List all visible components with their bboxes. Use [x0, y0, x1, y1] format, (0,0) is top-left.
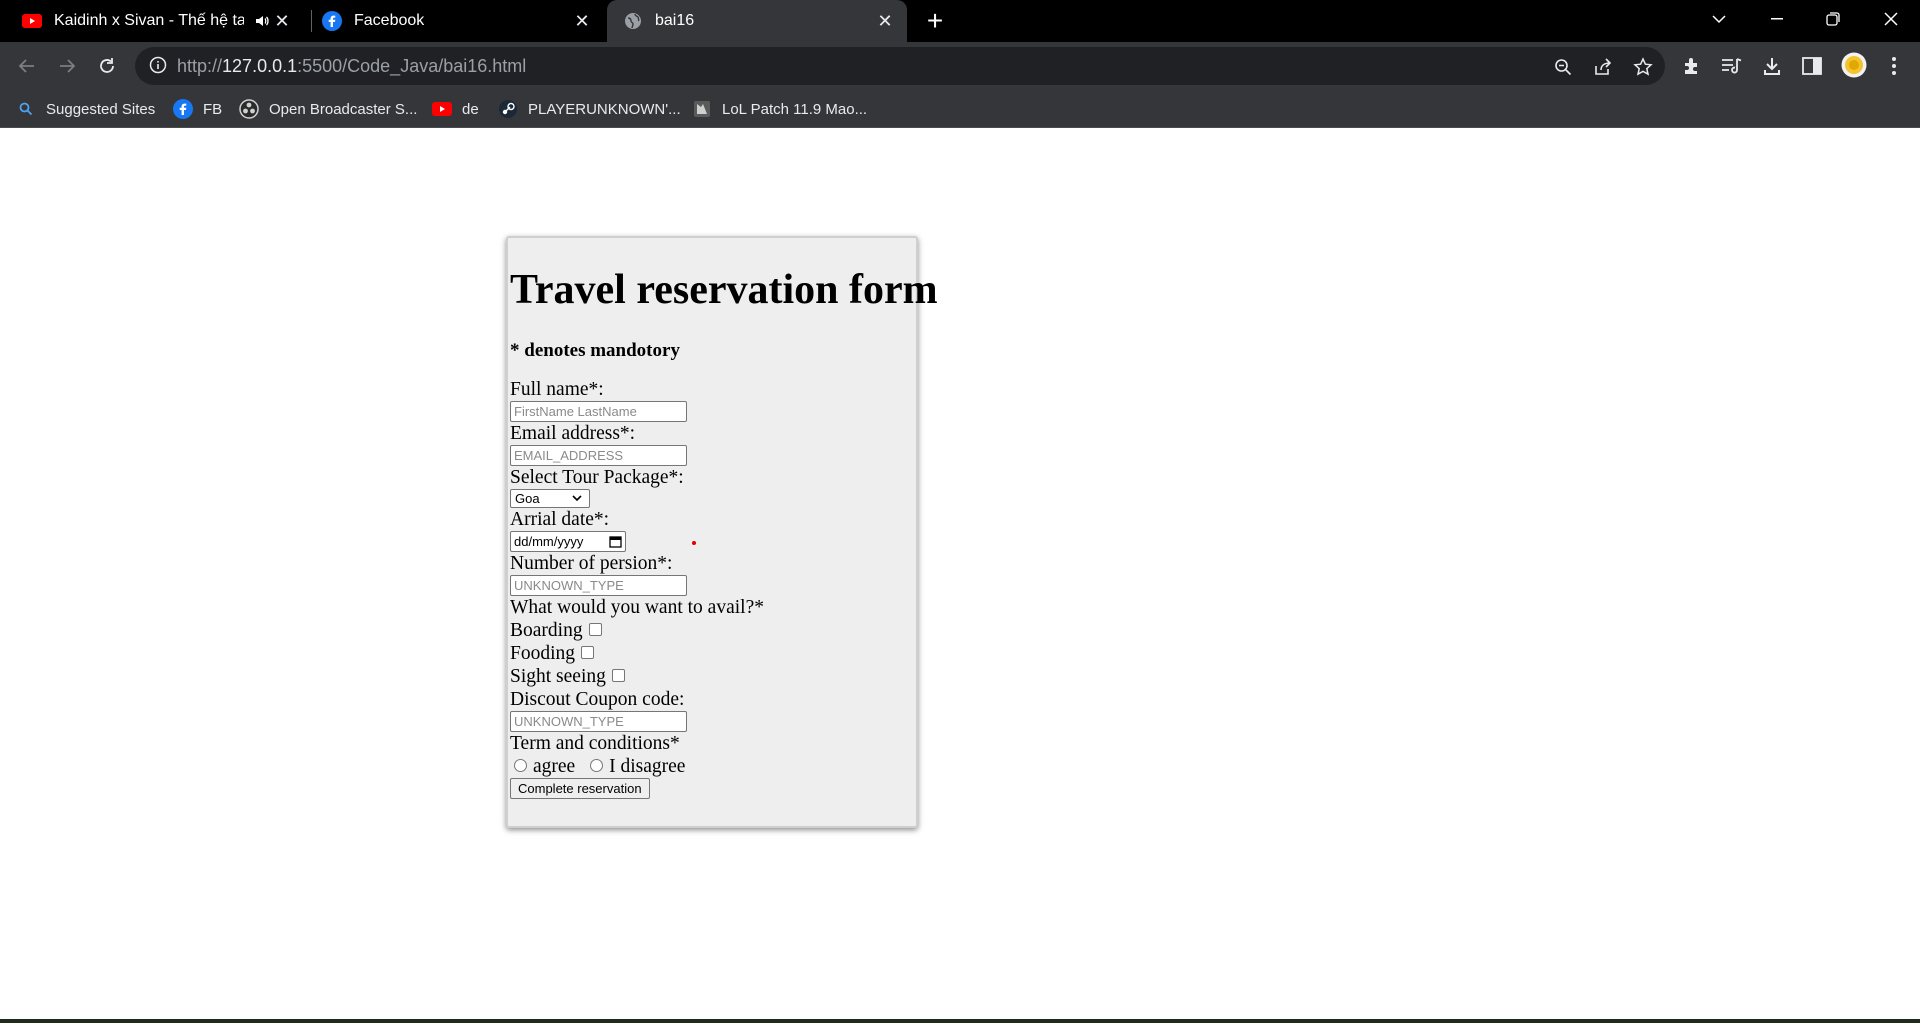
forward-icon[interactable] — [52, 51, 82, 81]
arrival-date-label: Arrial date*: — [510, 509, 610, 530]
url-host: 127.0.0.1 — [222, 56, 298, 76]
menu-kebab-icon[interactable] — [1882, 54, 1906, 78]
media-control-icon[interactable] — [1720, 54, 1744, 78]
url-text: http://127.0.0.1:5500/Code_Java/bai16.ht… — [177, 56, 526, 77]
chevron-down-icon — [571, 491, 583, 508]
tab-facebook[interactable]: Facebook ✕ — [322, 0, 604, 42]
form-title: Travel reservation form — [510, 267, 938, 313]
date-placeholder: dd/mm/yyyy — [514, 534, 584, 549]
url-path: :5500/Code_Java/bai16.html — [297, 56, 527, 76]
lol-icon — [692, 99, 712, 119]
coupon-input[interactable] — [510, 711, 687, 732]
new-tab-button[interactable]: + — [922, 7, 948, 35]
tab-title: bai16 — [655, 12, 695, 29]
bookmark-star-icon[interactable] — [1632, 56, 1654, 78]
url-scheme: http:// — [177, 56, 223, 76]
bookmark-label: LoL Patch 11.9 Mao... — [722, 100, 868, 118]
email-input[interactable] — [510, 445, 687, 466]
zoom-icon[interactable] — [1552, 56, 1574, 78]
minimize-icon[interactable] — [1754, 0, 1800, 38]
cursor-dot — [692, 541, 696, 545]
fooding-checkbox[interactable] — [581, 646, 595, 660]
tab-strip: Kaidinh x Sivan - Thế hệ tan v ✕ Faceboo… — [0, 0, 1920, 42]
option-label: Sight seeing — [510, 666, 606, 687]
search-icon — [18, 99, 34, 119]
option-boarding: Boarding — [510, 619, 914, 642]
agree-radio[interactable] — [514, 759, 527, 773]
tab-youtube[interactable]: Kaidinh x Sivan - Thế hệ tan v ✕ — [22, 0, 304, 42]
close-tab-icon[interactable]: ✕ — [875, 11, 895, 31]
back-icon[interactable] — [12, 51, 42, 81]
coupon-label: Discout Coupon code: — [510, 689, 685, 710]
disagree-label: I disagree — [609, 756, 686, 777]
bookmark-obs[interactable]: Open Broadcaster S... — [239, 98, 417, 120]
share-icon[interactable] — [1592, 56, 1614, 78]
obs-icon — [239, 99, 259, 119]
option-label: Boarding — [510, 620, 583, 641]
arrival-date-input[interactable]: dd/mm/yyyy — [510, 531, 626, 552]
facebook-icon — [322, 11, 342, 31]
persons-label: Number of persion*: — [510, 553, 673, 574]
boarding-checkbox[interactable] — [588, 623, 602, 637]
terms-options: agree I disagree — [510, 755, 914, 778]
bookmark-label: PLAYERUNKNOWN'... — [528, 100, 681, 118]
option-fooding: Fooding — [510, 642, 914, 665]
persons-input[interactable] — [510, 575, 687, 596]
bookmark-fb[interactable]: FB — [173, 98, 222, 120]
full-name-label: Full name*: — [510, 379, 604, 400]
agree-label: agree — [533, 756, 576, 777]
mandatory-note: * denotes mandotory — [510, 340, 680, 361]
steam-icon — [498, 99, 518, 119]
site-info-icon[interactable] — [149, 56, 169, 76]
tour-package-select[interactable]: Goa — [510, 489, 590, 508]
facebook-icon — [173, 99, 193, 119]
full-name-input[interactable] — [510, 401, 687, 422]
email-label: Email address*: — [510, 423, 636, 444]
tab-title: Kaidinh x Sivan - Thế hệ tan v — [54, 12, 244, 29]
bookmark-suggested-sites[interactable]: Suggested Sites — [18, 98, 155, 120]
bookmarks-bar: Suggested Sites FB Open Broadcaster S...… — [0, 90, 1920, 128]
reservation-form: Travel reservation form * denotes mandot… — [506, 236, 938, 828]
bookmark-lol-patch[interactable]: LoL Patch 11.9 Mao... — [692, 98, 867, 120]
tab-bai16[interactable]: bai16 ✕ — [607, 0, 907, 42]
calendar-icon[interactable] — [609, 535, 622, 551]
side-panel-icon[interactable] — [1800, 54, 1824, 78]
complete-reservation-button[interactable]: Complete reservation — [510, 778, 650, 799]
bookmark-label: FB — [203, 100, 223, 118]
option-sight-seeing: Sight seeing — [510, 665, 914, 688]
bookmark-label: de — [462, 100, 479, 118]
extensions-icon[interactable] — [1680, 54, 1704, 78]
tour-package-value: Goa — [515, 491, 540, 506]
window-bottom-border — [0, 1019, 1920, 1023]
tour-package-label: Select Tour Package*: — [510, 467, 684, 488]
address-bar[interactable]: http://127.0.0.1:5500/Code_Java/bai16.ht… — [135, 47, 1665, 85]
audio-playing-icon[interactable] — [254, 13, 270, 34]
avail-label: What would you want to avail?* — [510, 597, 764, 618]
youtube-icon — [432, 99, 452, 119]
close-window-icon[interactable] — [1868, 0, 1914, 38]
tab-title: Facebook — [354, 12, 425, 29]
reload-icon[interactable] — [92, 51, 122, 81]
close-tab-icon[interactable]: ✕ — [272, 11, 292, 31]
browser-toolbar: http://127.0.0.1:5500/Code_Java/bai16.ht… — [0, 42, 1920, 90]
profile-avatar[interactable] — [1840, 51, 1868, 79]
option-label: Fooding — [510, 643, 576, 664]
tab-search-icon[interactable] — [1696, 0, 1742, 38]
close-tab-icon[interactable]: ✕ — [572, 11, 592, 31]
sight-seeing-checkbox[interactable] — [611, 669, 625, 683]
restore-icon[interactable] — [1810, 0, 1856, 38]
terms-label: Term and conditions* — [510, 733, 680, 754]
bookmark-de[interactable]: de — [432, 98, 479, 120]
bookmark-label: Suggested Sites — [46, 100, 156, 118]
bookmark-label: Open Broadcaster S... — [269, 100, 418, 118]
globe-icon — [623, 11, 643, 31]
bookmark-pubg[interactable]: PLAYERUNKNOWN'... — [498, 98, 681, 120]
disagree-radio[interactable] — [590, 759, 604, 773]
tab-separator — [311, 10, 312, 32]
page-viewport: Travel reservation form * denotes mandot… — [0, 128, 1920, 1019]
youtube-icon — [22, 11, 42, 31]
download-icon[interactable] — [1760, 54, 1784, 78]
